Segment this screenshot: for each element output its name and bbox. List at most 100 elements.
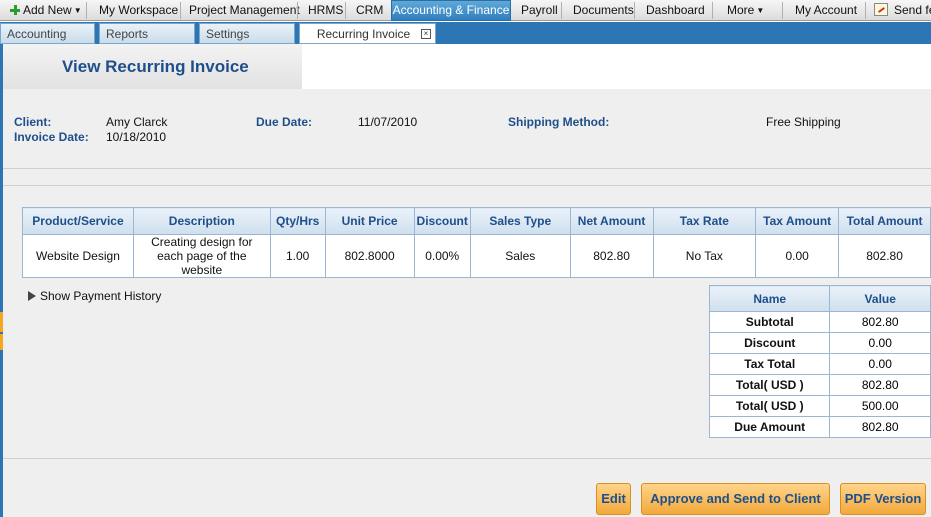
more-label: More bbox=[727, 3, 755, 17]
client-label: Client: bbox=[14, 115, 52, 129]
divider bbox=[297, 2, 298, 19]
table-cell: Website Design bbox=[22, 234, 134, 278]
summary-name: Total( USD ) bbox=[708, 395, 831, 417]
send-label: Send fe bbox=[894, 3, 931, 17]
column-header: Description bbox=[132, 207, 271, 235]
summary-value: 0.00 bbox=[829, 332, 931, 354]
table-row: Discount 0.00 bbox=[708, 332, 931, 354]
divider bbox=[865, 2, 866, 19]
table-header-row: Product/Service Description Qty/Hrs Unit… bbox=[22, 207, 931, 235]
table-row: Tax Total 0.00 bbox=[708, 353, 931, 375]
title-bar-blank bbox=[302, 44, 931, 89]
column-header: Product/Service bbox=[22, 207, 134, 235]
nav-hrms[interactable]: HRMS bbox=[302, 0, 349, 21]
shipping-method-value: Free Shipping bbox=[766, 115, 841, 129]
table-cell: 0.00% bbox=[413, 234, 471, 278]
client-value: Amy Clarck bbox=[106, 115, 168, 129]
table-row: Due Amount 802.80 bbox=[708, 416, 931, 438]
table-header-row: Name Value bbox=[708, 285, 931, 312]
column-header: Tax Rate bbox=[652, 207, 757, 235]
top-navigation: Add New ▼ My Workspace Project Management… bbox=[0, 0, 931, 21]
page-title: View Recurring Invoice bbox=[62, 57, 249, 76]
nav-documents[interactable]: Documents bbox=[567, 0, 640, 21]
expand-triangle-icon bbox=[28, 291, 36, 301]
divider bbox=[712, 2, 713, 19]
divider bbox=[3, 168, 931, 169]
table-cell: 802.80 bbox=[569, 234, 654, 278]
nav-dashboard[interactable]: Dashboard bbox=[640, 0, 711, 21]
column-header: Name bbox=[708, 285, 831, 312]
divider bbox=[180, 2, 181, 19]
divider bbox=[345, 2, 346, 19]
nav-crm[interactable]: CRM bbox=[350, 0, 389, 21]
tab-settings[interactable]: Settings bbox=[199, 23, 295, 44]
plus-icon bbox=[10, 5, 20, 15]
divider bbox=[782, 2, 783, 19]
tab-reports[interactable]: Reports bbox=[99, 23, 195, 44]
nav-my-workspace[interactable]: My Workspace bbox=[93, 0, 184, 21]
table-cell: No Tax bbox=[652, 234, 757, 278]
table-cell: Creating design for each page of the web… bbox=[132, 234, 271, 278]
column-header: Total Amount bbox=[838, 207, 931, 235]
show-payment-history-label: Show Payment History bbox=[40, 289, 162, 303]
left-edge-marker bbox=[0, 312, 3, 332]
column-header: Net Amount bbox=[569, 207, 654, 235]
column-header: Value bbox=[829, 285, 931, 312]
feedback-icon bbox=[874, 3, 888, 16]
nav-send-feedback[interactable]: Send fe bbox=[868, 0, 931, 21]
invoice-date-value: 10/18/2010 bbox=[106, 130, 167, 144]
table-cell: Sales bbox=[469, 234, 571, 278]
tab-recurring-invoice[interactable]: Recurring Invoice × bbox=[299, 23, 436, 44]
divider bbox=[3, 458, 931, 459]
shipping-method-label: Shipping Method: bbox=[508, 115, 610, 129]
add-new-menu[interactable]: Add New ▼ bbox=[4, 0, 88, 21]
nav-more-menu[interactable]: More ▼ bbox=[721, 0, 770, 21]
left-edge-bar bbox=[0, 44, 3, 517]
close-icon[interactable]: × bbox=[421, 29, 431, 39]
summary-value: 0.00 bbox=[829, 353, 931, 375]
column-header: Discount bbox=[413, 207, 471, 235]
add-new-label: Add New bbox=[23, 3, 72, 17]
tab-accounting[interactable]: Accounting bbox=[0, 23, 95, 44]
summary-table: Name Value Subtotal 802.80 Discount 0.00 T… bbox=[708, 285, 931, 438]
summary-name: Subtotal bbox=[708, 311, 831, 333]
chevron-down-icon: ▼ bbox=[756, 6, 765, 15]
table-row: Total( USD ) 500.00 bbox=[708, 395, 931, 417]
edit-button[interactable]: Edit bbox=[596, 483, 631, 515]
chevron-down-icon: ▼ bbox=[73, 6, 82, 15]
line-items-table: Product/Service Description Qty/Hrs Unit… bbox=[22, 207, 931, 278]
divider bbox=[86, 2, 87, 19]
table-cell: 802.80 bbox=[838, 234, 931, 278]
summary-value: 500.00 bbox=[829, 395, 931, 417]
summary-value: 802.80 bbox=[829, 311, 931, 333]
table-row: Website Design Creating design for each … bbox=[22, 234, 931, 278]
column-header: Sales Type bbox=[469, 207, 571, 235]
nav-project-management[interactable]: Project Management bbox=[183, 0, 306, 21]
nav-payroll[interactable]: Payroll bbox=[515, 0, 564, 21]
summary-value: 802.80 bbox=[829, 416, 931, 438]
tab-recurring-invoice-label: Recurring Invoice bbox=[316, 27, 411, 41]
nav-my-account[interactable]: My Account bbox=[789, 0, 863, 21]
summary-name: Total( USD ) bbox=[708, 374, 831, 396]
divider bbox=[561, 2, 562, 19]
pdf-version-button[interactable]: PDF Version bbox=[840, 483, 926, 515]
show-payment-history-toggle[interactable]: Show Payment History bbox=[28, 289, 161, 303]
table-cell: 0.00 bbox=[755, 234, 840, 278]
table-cell: 1.00 bbox=[269, 234, 326, 278]
column-header: Tax Amount bbox=[755, 207, 840, 235]
table-row: Total( USD ) 802.80 bbox=[708, 374, 931, 396]
due-date-value: 11/07/2010 bbox=[358, 115, 418, 129]
invoice-date-label: Invoice Date: bbox=[14, 130, 89, 144]
sub-tab-bar: Accounting Reports Settings Recurring In… bbox=[0, 22, 931, 44]
summary-value: 802.80 bbox=[829, 374, 931, 396]
left-edge-marker bbox=[0, 334, 3, 350]
table-cell: 802.8000 bbox=[324, 234, 415, 278]
due-date-label: Due Date: bbox=[256, 115, 313, 129]
column-header: Unit Price bbox=[324, 207, 415, 235]
column-header: Qty/Hrs bbox=[269, 207, 326, 235]
table-row: Subtotal 802.80 bbox=[708, 311, 931, 333]
approve-send-button[interactable]: Approve and Send to Client bbox=[641, 483, 830, 515]
nav-accounting-finance[interactable]: Accounting & Finance bbox=[391, 0, 511, 21]
summary-name: Tax Total bbox=[708, 353, 831, 375]
divider bbox=[634, 2, 635, 19]
